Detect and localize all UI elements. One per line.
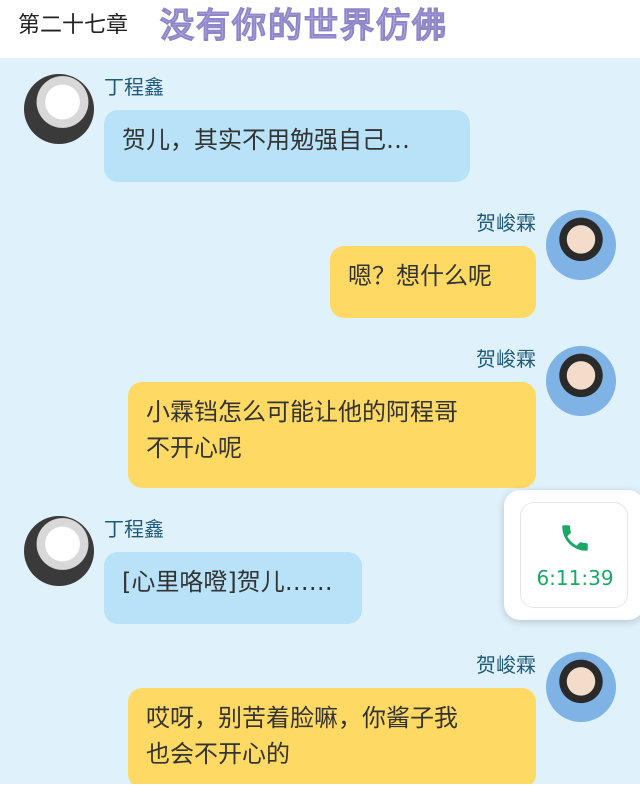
avatar[interactable] <box>24 74 94 144</box>
message-bubble[interactable]: 贺儿，其实不用勉强自己… <box>104 110 470 182</box>
message-bubble[interactable]: 小霖铛怎么可能让他的阿程哥 不开心呢 <box>128 382 536 488</box>
message-row: 贺峻霖 小霖铛怎么可能让他的阿程哥 不开心呢 <box>0 344 640 494</box>
avatar[interactable] <box>546 210 616 280</box>
sender-name: 丁程鑫 <box>104 75 164 99</box>
call-duration: 6:11:39 <box>536 566 614 590</box>
message-bubble[interactable]: [心里咯噔]贺儿…… <box>104 552 362 624</box>
message-line: 哎呀，别苦着脸嘛，你酱子我 <box>146 704 458 732</box>
message-bubble[interactable]: 嗯？想什么呢 <box>330 246 536 318</box>
sender-name: 贺峻霖 <box>476 211 536 235</box>
message-bubble[interactable]: 哎呀，别苦着脸嘛，你酱子我 也会不开心的 <box>128 688 536 788</box>
chapter-title: 没有你的世界仿佛 <box>160 6 448 47</box>
message-line: 不开心呢 <box>146 434 242 462</box>
message-row: 丁程鑫 贺儿，其实不用勉强自己… <box>0 72 640 187</box>
chapter-header: 第二十七章 没有你的世界仿佛 <box>0 0 640 58</box>
sender-name: 贺峻霖 <box>476 347 536 371</box>
bottom-bar <box>0 784 640 798</box>
avatar[interactable] <box>546 346 616 416</box>
message-row: 贺峻霖 嗯？想什么呢 <box>0 208 640 323</box>
phone-icon <box>562 525 588 551</box>
message-line: 小霖铛怎么可能让他的阿程哥 <box>146 398 458 426</box>
avatar[interactable] <box>24 516 94 586</box>
message-row: 贺峻霖 哎呀，别苦着脸嘛，你酱子我 也会不开心的 <box>0 650 640 798</box>
call-widget[interactable]: 6:11:39 <box>504 490 640 620</box>
call-widget-panel[interactable]: 6:11:39 <box>520 502 628 608</box>
sender-name: 丁程鑫 <box>104 517 164 541</box>
avatar[interactable] <box>546 652 616 722</box>
chapter-number: 第二十七章 <box>18 13 129 38</box>
message-line: 也会不开心的 <box>146 740 290 768</box>
sender-name: 贺峻霖 <box>476 653 536 677</box>
